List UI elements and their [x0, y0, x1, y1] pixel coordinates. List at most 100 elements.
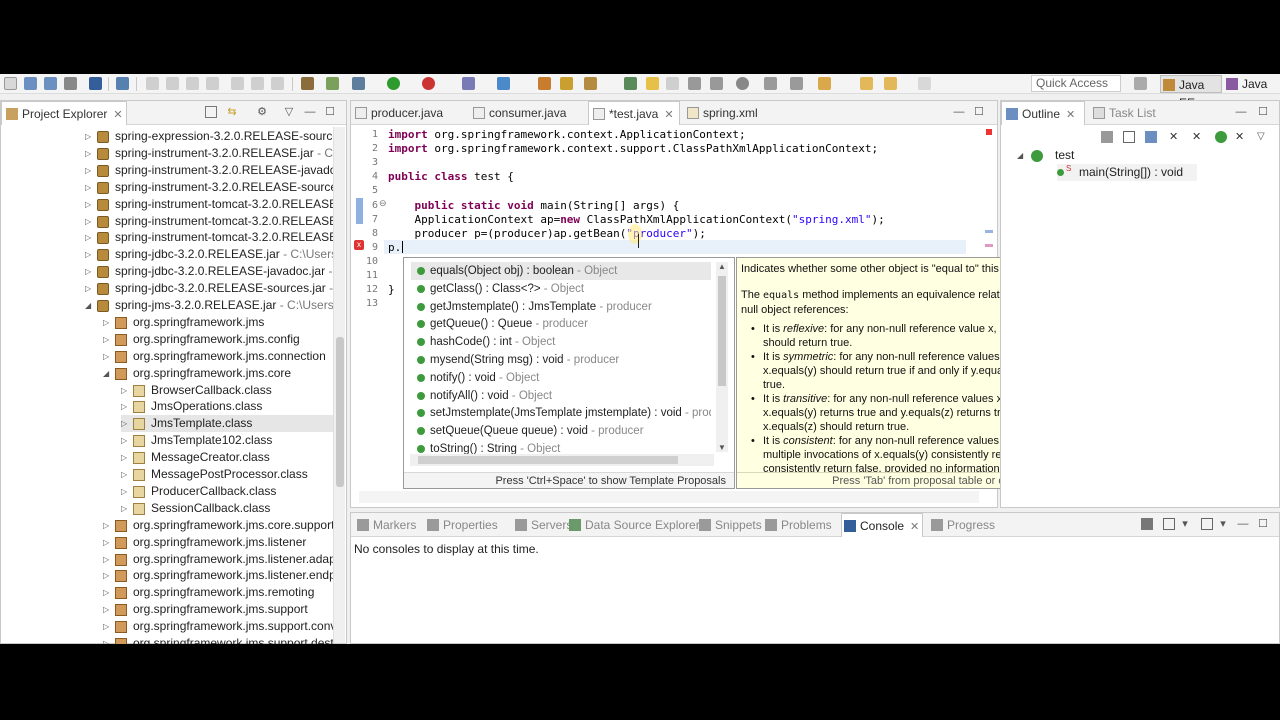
tab-test-java[interactable]: *test.java ✕ [588, 101, 680, 125]
expand-icon[interactable]: ◢ [1017, 147, 1023, 164]
tab-problems[interactable]: Problems [763, 513, 837, 537]
maximize-icon[interactable]: ☐ [973, 106, 985, 118]
proposal-item[interactable]: hashCode() : int - Object [411, 333, 711, 351]
jar-item[interactable]: ▷ spring-instrument-3.2.0.RELEASE-javadoc… [85, 162, 333, 179]
tab-project-explorer[interactable]: Project Explorer ✕ [1, 101, 127, 125]
proposal-hscrollbar[interactable] [410, 454, 714, 466]
close-icon[interactable]: ✕ [664, 109, 673, 121]
minimize-icon[interactable]: — [953, 106, 965, 118]
package-item[interactable]: ▷ org.springframework.jms.remoting [103, 584, 333, 601]
view-menu-icon[interactable]: ▽ [283, 106, 295, 118]
package-item[interactable]: ▷ org.springframework.jms [103, 314, 333, 331]
proposal-item[interactable]: notify() : void - Object [411, 369, 711, 387]
expand-arrow-icon[interactable]: ▷ [121, 453, 131, 463]
code-line[interactable]: producer p=(producer)ap.getBean("produce… [388, 227, 705, 241]
hide-local-types-icon[interactable] [1215, 131, 1227, 143]
open-perspective-icon[interactable] [1134, 77, 1147, 90]
maximize-icon[interactable]: ☐ [1257, 518, 1269, 530]
next-annotation-icon[interactable] [764, 77, 777, 90]
expand-arrow-icon[interactable]: ▷ [103, 335, 113, 345]
collapse-all-icon[interactable] [205, 106, 217, 118]
minimize-icon[interactable]: — [304, 106, 316, 118]
open-console-icon[interactable] [1201, 518, 1213, 530]
occurrence-marker[interactable] [985, 244, 993, 247]
expand-arrow-icon[interactable]: ▷ [103, 605, 113, 615]
step-return-icon[interactable] [271, 77, 284, 90]
annotation-icon[interactable] [624, 77, 637, 90]
expand-arrow-icon[interactable]: ▷ [121, 487, 131, 497]
close-icon[interactable]: ✕ [910, 521, 919, 533]
tab-console[interactable]: Console ✕ [841, 513, 923, 537]
skip-breakpoints-icon[interactable] [116, 77, 129, 90]
tab-task-list[interactable]: Task List [1089, 101, 1179, 125]
jar-item[interactable]: ▷ spring-jdbc-3.2.0.RELEASE-sources.jar -… [85, 280, 333, 297]
scroll-down-icon[interactable]: ▼ [718, 443, 726, 452]
jar-item[interactable]: ▷ spring-instrument-tomcat-3.2.0.RELEASE.… [85, 196, 333, 213]
expand-arrow-icon[interactable]: ▷ [85, 284, 95, 294]
scrollbar[interactable] [333, 127, 345, 643]
close-icon[interactable]: ✕ [1066, 109, 1075, 121]
expand-arrow-icon[interactable]: ▷ [121, 436, 131, 446]
new-icon[interactable] [4, 77, 17, 90]
view-menu-icon[interactable]: ▽ [1257, 131, 1269, 143]
jar-item[interactable]: ▷ spring-expression-3.2.0.RELEASE-sources… [85, 128, 333, 145]
expand-arrow-icon[interactable]: ▷ [103, 639, 113, 644]
step-into-icon[interactable] [231, 77, 244, 90]
expand-arrow-icon[interactable]: ▷ [103, 521, 113, 531]
back-icon[interactable] [860, 77, 873, 90]
disconnect-icon[interactable] [206, 77, 219, 90]
error-marker[interactable] [986, 129, 992, 135]
code-line[interactable]: p. [388, 241, 401, 255]
tab-consumer-java[interactable]: consumer.java [469, 101, 579, 125]
globe-icon[interactable] [736, 77, 749, 90]
forward-icon[interactable] [918, 77, 931, 90]
proposal-item[interactable]: getJmstemplate() : JmsTemplate - produce… [411, 298, 711, 316]
package-item[interactable]: ▷ org.springframework.jms.support.conve [103, 618, 333, 635]
expand-arrow-icon[interactable]: ▷ [85, 132, 95, 142]
class-file-item[interactable]: ▷ JmsTemplate.class [121, 415, 333, 433]
perspective-java-ee[interactable]: Java EE [1160, 75, 1222, 110]
tab-spring-xml[interactable]: spring.xml [683, 101, 775, 125]
expand-arrow-icon[interactable]: ▷ [85, 200, 95, 210]
display-console-icon[interactable] [1163, 518, 1175, 530]
expand-arrow-icon[interactable]: ▷ [85, 233, 95, 243]
expand-arrow-icon[interactable]: ▷ [121, 402, 131, 412]
proposal-item[interactable]: equals(Object obj) : boolean - Object [411, 262, 711, 280]
expand-arrow-icon[interactable]: ▷ [103, 538, 113, 548]
package-item[interactable]: ▷ org.springframework.jms.listener.adapte [103, 551, 333, 568]
link-icon[interactable]: ✕ [1235, 131, 1247, 143]
proposal-item[interactable]: getClass() : Class<?> - Object [411, 280, 711, 298]
close-icon[interactable]: ✕ [113, 109, 122, 121]
class-file-item[interactable]: ▷ ProducerCallback.class [121, 483, 333, 500]
open-type-icon[interactable] [538, 77, 551, 90]
scrollbar-thumb[interactable] [336, 337, 344, 487]
expand-arrow-icon[interactable]: ▷ [85, 217, 95, 227]
expand-arrow-icon[interactable]: ▷ [121, 504, 131, 514]
minimize-icon[interactable]: — [1235, 106, 1247, 118]
publish-icon[interactable] [326, 77, 339, 90]
hide-static-icon[interactable]: ✕ [1169, 131, 1181, 143]
proposal-item[interactable]: notifyAll() : void - Object [411, 387, 711, 405]
proposal-item[interactable]: setJmstemplate(JmsTemplate jmstemplate) … [411, 404, 711, 422]
proposal-item[interactable]: setQueue(Queue queue) : void - producer [411, 422, 711, 440]
tab-servers[interactable]: Servers [513, 513, 572, 537]
expand-arrow-icon[interactable]: ▷ [85, 166, 95, 176]
word-wrap-icon[interactable] [710, 77, 723, 90]
hscroll-thumb[interactable] [418, 456, 678, 464]
save-all-icon[interactable] [44, 77, 57, 90]
class-file-item[interactable]: ▷ JmsOperations.class [121, 398, 333, 415]
jar-item[interactable]: ▷ spring-instrument-3.2.0.RELEASE-sources… [85, 179, 333, 196]
code-line[interactable]: } [388, 283, 395, 297]
last-edit-icon[interactable] [818, 77, 831, 90]
expand-arrow-icon[interactable]: ▷ [103, 318, 113, 328]
collapse-arrow-icon[interactable]: ◢ [103, 369, 113, 379]
filter-icon[interactable]: ⚙ [256, 106, 268, 118]
save-icon[interactable] [24, 77, 37, 90]
outline-method-node[interactable]: S main(String[]) : void [1057, 164, 1197, 181]
class-file-item[interactable]: ▷ BrowserCallback.class [121, 382, 333, 399]
terminate-icon[interactable] [186, 77, 199, 90]
package-item[interactable]: ▷ org.springframework.jms.listener [103, 534, 333, 551]
show-whitespace-icon[interactable] [666, 77, 679, 90]
sort-icon[interactable] [1101, 131, 1113, 143]
new-package-icon[interactable] [497, 77, 510, 90]
